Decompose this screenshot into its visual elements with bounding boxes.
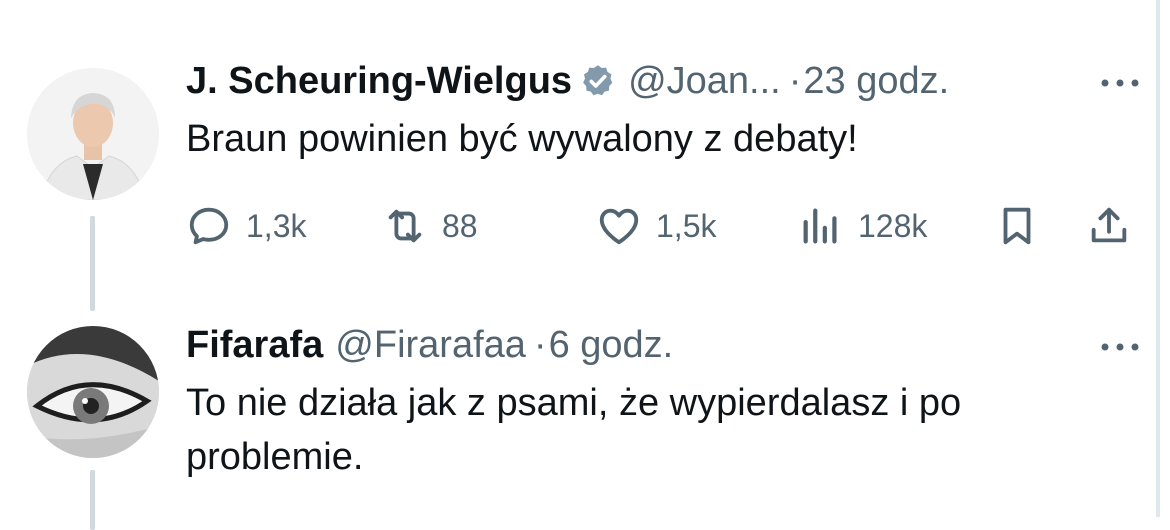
meta-separator: · — [788, 60, 802, 102]
share-button[interactable] — [1086, 196, 1132, 256]
tweet-actions: 1,3k 88 1,5k 128k — [186, 196, 1140, 256]
reply-button[interactable]: 1,3k — [186, 196, 306, 256]
thread-line — [90, 216, 95, 311]
views-button[interactable]: 128k — [798, 196, 927, 256]
author-handle[interactable]: @Firarafaa — [335, 320, 526, 370]
views-icon — [803, 208, 837, 244]
tweet-text: To nie działa jak z psami, że wypierdala… — [186, 382, 962, 478]
verified-badge-icon[interactable] — [580, 63, 616, 99]
bookmark-button[interactable] — [994, 196, 1040, 256]
views-count: 128k — [858, 207, 928, 244]
reply-count: 1,3k — [246, 207, 307, 244]
author-handle[interactable]: @Joan... — [628, 56, 781, 106]
tweet-item[interactable]: J. Scheuring-Wielgus @Joan... · 23 godz.… — [0, 56, 1170, 316]
avatar[interactable] — [27, 68, 159, 200]
tweet-content: J. Scheuring-Wielgus @Joan... · 23 godz.… — [186, 56, 1140, 245]
repost-icon — [388, 209, 422, 243]
like-count: 1,5k — [656, 207, 717, 244]
tweet-text: Braun powinien być wywalony z debaty! — [186, 118, 858, 160]
tweet-header: J. Scheuring-Wielgus @Joan... · 23 godz. — [186, 56, 1140, 106]
author-name[interactable]: J. Scheuring-Wielgus — [186, 56, 572, 106]
like-button[interactable]: 1,5k — [596, 196, 716, 256]
tweet-content: Fifarafa @Firarafaa · 6 godz. To nie dzi… — [186, 320, 1140, 484]
repost-button[interactable]: 88 — [382, 196, 478, 256]
share-icon — [1091, 207, 1127, 243]
repost-count: 88 — [442, 207, 478, 244]
author-name[interactable]: Fifarafa — [186, 320, 323, 370]
timestamp[interactable]: 23 godz. — [803, 56, 949, 106]
avatar[interactable] — [27, 326, 159, 458]
like-icon — [599, 208, 639, 245]
timestamp[interactable]: 6 godz. — [549, 320, 674, 370]
tweet-header: Fifarafa @Firarafaa · 6 godz. — [186, 320, 1140, 370]
more-icon[interactable] — [1100, 78, 1140, 88]
tweet-item[interactable]: Fifarafa @Firarafaa · 6 godz. To nie dzi… — [0, 320, 1170, 530]
meta-separator: · — [533, 324, 547, 366]
bookmark-icon — [1003, 207, 1031, 245]
more-icon[interactable] — [1100, 342, 1140, 352]
thread-line — [90, 470, 95, 530]
reply-icon — [189, 207, 229, 245]
